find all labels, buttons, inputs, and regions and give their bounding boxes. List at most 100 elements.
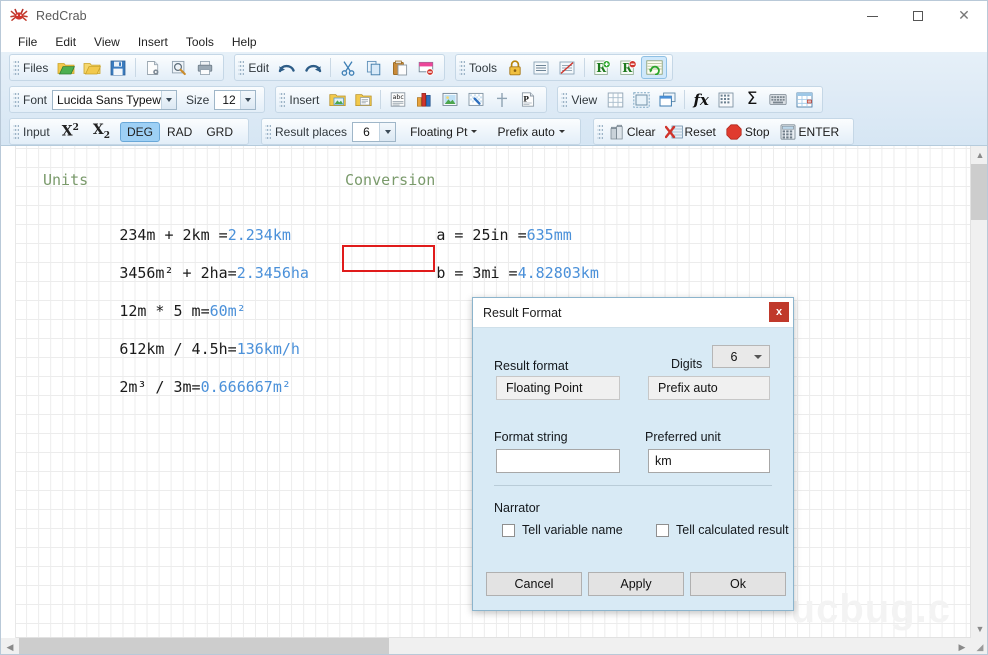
menu-file[interactable]: File (9, 33, 46, 51)
font-family-combo[interactable]: Lucida Sans Typewri (52, 89, 178, 110)
insert-image-icon[interactable] (324, 88, 350, 111)
grid-icon[interactable] (602, 88, 628, 111)
formula-line-selected[interactable]: b = 3mi =4.82803km (346, 246, 599, 300)
menu-edit[interactable]: Edit (46, 33, 85, 51)
menu-insert[interactable]: Insert (129, 33, 177, 51)
insert-pdf-icon[interactable]: P (515, 88, 541, 111)
align-lines-icon[interactable] (528, 56, 554, 79)
add-result-icon[interactable]: R (589, 56, 615, 79)
formula-result: 136km/h (236, 340, 300, 358)
toolbar-grip[interactable] (561, 90, 568, 109)
save-icon[interactable] (105, 56, 131, 79)
horizontal-scrollbar[interactable]: ◀ ▶ (1, 637, 971, 654)
ok-button[interactable]: Ok (690, 572, 786, 596)
copy-icon[interactable] (361, 56, 387, 79)
scroll-right-icon[interactable]: ▶ (953, 638, 971, 654)
no-lines-icon[interactable] (554, 56, 580, 79)
function-icon[interactable]: fx (689, 88, 713, 111)
format-string-input[interactable] (496, 449, 620, 473)
toolbar-grip[interactable] (459, 58, 466, 77)
stop-button[interactable]: Stop (722, 121, 776, 143)
scroll-left-icon[interactable]: ◀ (1, 638, 19, 654)
chevron-down-icon[interactable] (239, 90, 256, 109)
preferred-unit-value: km (655, 454, 672, 468)
toolbar-grip[interactable] (13, 58, 19, 77)
superscript-button[interactable]: X2 (55, 120, 86, 143)
conversion-column-header[interactable]: Conversion (345, 171, 435, 189)
print-icon[interactable] (192, 56, 218, 79)
insert-picture-icon[interactable] (437, 88, 463, 111)
vertical-scrollbar[interactable]: ▲ ▼ (970, 146, 987, 638)
remove-result-icon[interactable]: R (615, 56, 641, 79)
delete-icon[interactable] (413, 56, 439, 79)
toolbar-grip[interactable] (13, 90, 19, 109)
print-preview-icon[interactable] (166, 56, 192, 79)
tell-calculated-result-checkbox[interactable]: Tell calculated result (656, 523, 789, 537)
apply-button[interactable]: Apply (588, 572, 684, 596)
insert-transparent-icon[interactable] (463, 88, 489, 111)
result-places-combo[interactable]: 6 (352, 121, 397, 142)
menu-tools[interactable]: Tools (177, 33, 223, 51)
close-button[interactable]: ✕ (941, 1, 987, 31)
menu-help[interactable]: Help (223, 33, 266, 51)
horizontal-scroll-thumb[interactable] (19, 638, 389, 654)
formula-line[interactable]: 2m³ / 3m=0.666667m² (29, 360, 291, 414)
page-border-icon[interactable] (628, 88, 654, 111)
enter-button[interactable]: ENTER (776, 121, 846, 143)
preferred-unit-input[interactable]: km (648, 449, 770, 473)
insert-document-icon[interactable] (350, 88, 376, 111)
result-format-select[interactable]: Floating Point (496, 376, 620, 400)
svg-text:abc: abc (393, 94, 405, 101)
lock-icon[interactable] (502, 56, 528, 79)
recalculate-icon[interactable] (641, 56, 668, 79)
formula-expression: 12m * 5 m= (119, 302, 210, 320)
toolbar-grip[interactable] (596, 122, 603, 141)
page-setup-icon[interactable] (140, 56, 166, 79)
minimize-button[interactable] (849, 1, 895, 31)
insert-chart-icon[interactable] (411, 88, 437, 111)
result-format-dropdown[interactable]: Floating Pt (404, 122, 483, 142)
cut-icon[interactable] (335, 56, 361, 79)
menu-view[interactable]: View (85, 33, 129, 51)
vertical-scroll-thumb[interactable] (971, 164, 987, 220)
chevron-down-icon[interactable] (379, 122, 396, 141)
redo-icon[interactable] (300, 56, 326, 79)
scroll-up-icon[interactable]: ▲ (971, 146, 987, 164)
angle-mode-rad[interactable]: RAD (160, 122, 199, 142)
digits-spinner[interactable]: 6 (712, 345, 770, 368)
table-icon[interactable] (791, 88, 817, 111)
chevron-down-icon[interactable] (754, 354, 762, 359)
prefix-select[interactable]: Prefix auto (648, 376, 770, 400)
toolbar-grip[interactable] (279, 90, 286, 109)
clear-label: Clear (626, 124, 656, 139)
insert-separator-icon[interactable] (489, 88, 515, 111)
result-format-label: Result format (494, 359, 569, 373)
undo-icon[interactable] (274, 56, 300, 79)
matrix-icon[interactable] (713, 88, 739, 111)
clear-button[interactable]: Clear (606, 121, 662, 143)
chevron-down-icon[interactable] (161, 90, 177, 109)
dialog-close-button[interactable]: x (769, 302, 789, 322)
windows-icon[interactable] (654, 88, 680, 111)
scroll-down-icon[interactable]: ▼ (971, 620, 987, 638)
angle-mode-grd[interactable]: GRD (199, 122, 240, 142)
subscript-button[interactable]: X2 (86, 119, 117, 144)
reset-button[interactable]: Reset (662, 121, 722, 143)
cancel-button[interactable]: Cancel (486, 572, 582, 596)
tell-variable-name-checkbox[interactable]: Tell variable name (502, 523, 623, 537)
insert-text-icon[interactable]: abc (385, 88, 411, 111)
resize-grip[interactable]: ◢ (971, 638, 987, 654)
open-folder-green-icon[interactable] (53, 56, 79, 79)
keyboard-icon[interactable] (765, 88, 791, 111)
toolbar-grip[interactable] (265, 122, 272, 141)
paste-icon[interactable] (387, 56, 413, 79)
sum-icon[interactable]: Σ (739, 88, 765, 111)
toolbar-grip[interactable] (238, 58, 245, 77)
font-size-combo[interactable]: 12 (214, 89, 257, 110)
toolbar-grip[interactable] (13, 122, 19, 141)
units-column-header[interactable]: Units (43, 171, 88, 189)
angle-mode-deg[interactable]: DEG (119, 121, 160, 142)
maximize-button[interactable] (895, 1, 941, 31)
prefix-dropdown[interactable]: Prefix auto (491, 122, 570, 142)
open-folder-yellow-icon[interactable] (79, 56, 105, 79)
